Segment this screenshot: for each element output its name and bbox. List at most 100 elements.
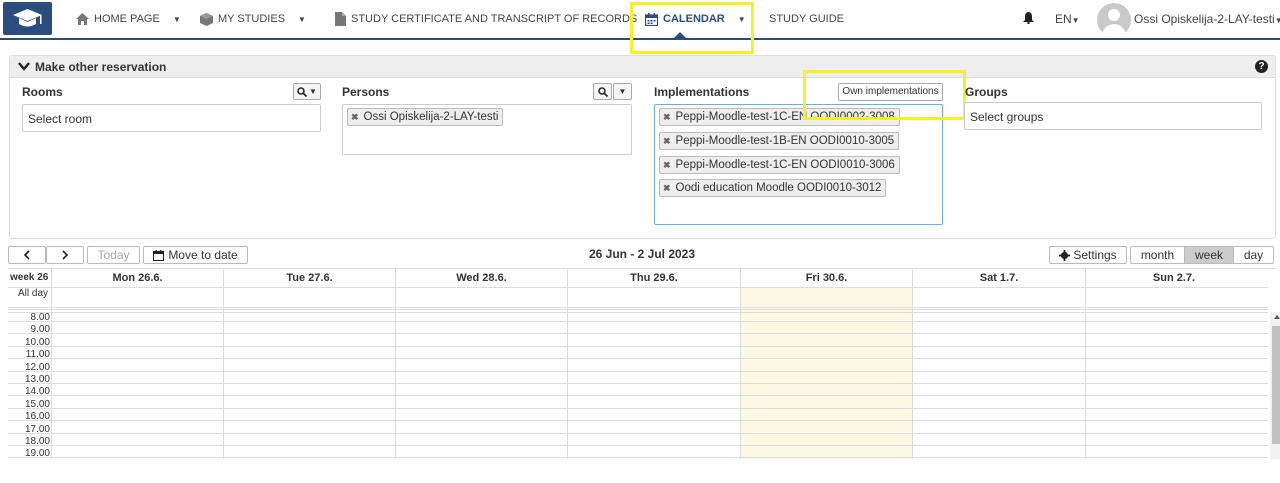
persons-search-button[interactable]: [593, 83, 612, 100]
day-column[interactable]: [1085, 269, 1262, 459]
home-icon: [76, 13, 89, 25]
remove-icon[interactable]: ✖: [351, 112, 359, 123]
reservation-panel: Make other reservation ?: [9, 55, 1276, 239]
settings-button[interactable]: Settings: [1049, 246, 1127, 264]
reservation-title: Make other reservation: [35, 59, 167, 74]
chevron-left-icon: [23, 250, 30, 260]
hour-line: [8, 445, 1268, 446]
chevron-down-icon: ▼: [1071, 16, 1080, 25]
cube-icon: [200, 12, 213, 26]
language-selector[interactable]: EN▼: [1055, 12, 1080, 26]
next-button[interactable]: [46, 246, 84, 264]
search-icon: [597, 86, 608, 97]
hour-line: [8, 420, 1268, 422]
nav-calendar[interactable]: CALENDAR ▼: [645, 0, 746, 38]
day-header: Mon 26.6.: [51, 269, 223, 287]
rooms-label: Rooms: [22, 85, 63, 99]
graduation-cap-logo[interactable]: [3, 2, 52, 35]
hour-line: [8, 333, 1268, 335]
day-header: Sun 2.7.: [1085, 269, 1262, 287]
hour-line: [8, 395, 1268, 397]
avatar[interactable]: [1097, 3, 1131, 37]
persons-label: Persons: [342, 85, 390, 99]
remove-icon[interactable]: ✖: [663, 136, 671, 147]
hour-line: [8, 370, 1268, 372]
day-column[interactable]: [223, 269, 395, 459]
chevron-down-icon: ▼: [737, 14, 746, 24]
view-day-button[interactable]: day: [1233, 246, 1274, 264]
chevron-down-icon: ▼: [618, 87, 627, 96]
bell-icon[interactable]: [1023, 12, 1034, 27]
chevron-down-icon: ▼: [1274, 16, 1280, 25]
own-implementations-button[interactable]: Own implementations: [838, 83, 943, 101]
implementations-label: Implementations: [654, 85, 750, 99]
calendar-icon: [153, 249, 165, 261]
hour-line: [8, 407, 1268, 409]
nav-study-guide[interactable]: STUDY GUIDE: [769, 0, 844, 38]
day-header: Sat 1.7.: [912, 269, 1085, 287]
day-header: Fri 30.6.: [740, 269, 912, 287]
calendar-icon: [645, 12, 658, 26]
groups-select[interactable]: Select groups: [964, 102, 1262, 130]
vertical-scrollbar[interactable]: [1270, 312, 1280, 459]
day-column[interactable]: [395, 269, 567, 459]
scrollbar-thumb[interactable]: [1272, 326, 1280, 444]
day-column[interactable]: [51, 269, 223, 459]
chevron-down-icon: [18, 62, 30, 71]
groups-label: Groups: [965, 85, 1008, 99]
grid-line: [8, 312, 1268, 313]
implementations-select[interactable]: ✖ Peppi-Moodle-test-1C-EN OODI0002-3008 …: [654, 104, 943, 225]
implementation-tag[interactable]: ✖ Peppi-Moodle-test-1B-EN OODI0010-3005: [659, 132, 900, 150]
day-column[interactable]: [567, 269, 740, 459]
grid-line: [8, 287, 1268, 288]
remove-icon[interactable]: ✖: [663, 183, 671, 194]
top-navbar: HOME PAGE ▼ MY STUDIES ▼ STUDY CERTIFICA…: [0, 0, 1280, 40]
chevron-down-icon: ▼: [172, 14, 181, 24]
implementation-tag[interactable]: ✖ Peppi-Moodle-test-1C-EN OODI0002-3008: [659, 108, 900, 126]
persons-select[interactable]: ✖ Ossi Opiskelija-2-LAY-testi: [342, 104, 632, 155]
rooms-select[interactable]: Select room: [22, 104, 321, 132]
chevron-right-icon: [62, 250, 69, 260]
person-tag[interactable]: ✖ Ossi Opiskelija-2-LAY-testi: [347, 108, 504, 126]
scroll-up-arrow-icon[interactable]: [1274, 315, 1280, 319]
nav-home-page[interactable]: HOME PAGE ▼: [76, 0, 181, 38]
remove-icon[interactable]: ✖: [663, 112, 671, 123]
document-icon: [335, 12, 346, 26]
day-column[interactable]: [912, 269, 1085, 459]
nav-study-certificate[interactable]: STUDY CERTIFICATE AND TRANSCRIPT OF RECO…: [335, 0, 637, 38]
day-header: Tue 27.6.: [223, 269, 395, 287]
implementation-tag[interactable]: ✖ Peppi-Moodle-test-1C-EN OODI0010-3006: [659, 156, 900, 174]
prev-button[interactable]: [8, 246, 46, 264]
day-header: Thu 29.6.: [567, 269, 740, 287]
hour-line: [8, 345, 1268, 347]
hour-line: [8, 358, 1268, 360]
hour-line: [8, 457, 1268, 459]
move-to-date-button[interactable]: Move to date: [143, 246, 248, 264]
help-icon[interactable]: ?: [1255, 60, 1268, 73]
persons-dropdown-button[interactable]: ▼: [613, 83, 632, 100]
grid-line: [8, 307, 1268, 308]
rooms-search-button[interactable]: ▼: [293, 83, 321, 100]
implementation-tag[interactable]: ✖ Oodi education Moodle OODI0010-3012: [659, 179, 887, 197]
view-week-button[interactable]: week: [1184, 246, 1234, 264]
allday-label: All day: [18, 288, 49, 299]
hour-line: [8, 432, 1268, 434]
reservation-panel-header[interactable]: Make other reservation: [10, 56, 1275, 78]
week-calendar-grid: week 26 Mon 26.6. Tue 27.6. Wed 28.6. Th…: [8, 268, 1280, 459]
chevron-down-icon: ▼: [298, 14, 306, 24]
grid-line: [8, 309, 1268, 310]
active-nav-pointer: [673, 32, 687, 39]
hour-line: [8, 383, 1268, 384]
today-button[interactable]: Today: [87, 246, 140, 264]
gear-icon: [1059, 249, 1071, 261]
week-number: week 26: [10, 272, 49, 283]
search-icon: [297, 86, 308, 97]
hour-line: [8, 321, 1268, 322]
day-header: Wed 28.6.: [395, 269, 567, 287]
view-month-button[interactable]: month: [1130, 246, 1185, 264]
nav-my-studies[interactable]: MY STUDIES ▼: [200, 0, 306, 38]
user-menu[interactable]: Ossi Opiskelija-2-LAY-testi▼: [1134, 12, 1280, 26]
chevron-down-icon: ▼: [309, 87, 317, 96]
remove-icon[interactable]: ✖: [663, 160, 671, 171]
date-range-title: 26 Jun - 2 Jul 2023: [588, 247, 696, 261]
